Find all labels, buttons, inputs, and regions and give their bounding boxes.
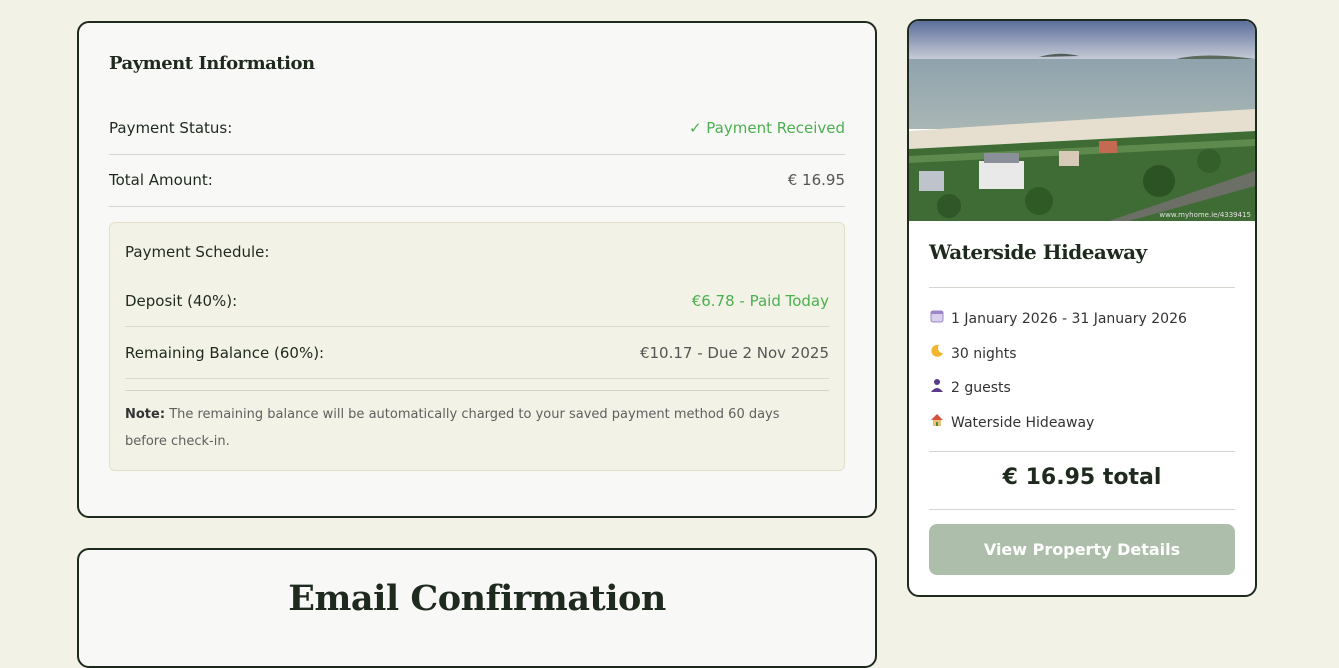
remaining-balance-label: Remaining Balance (60%):	[125, 344, 325, 362]
dates-text: 1 January 2026 - 31 January 2026	[951, 311, 1187, 327]
photo-watermark: www.myhome.ie/4339415	[1159, 211, 1251, 219]
remaining-balance-value: €10.17 - Due 2 Nov 2025	[639, 344, 829, 362]
deposit-value: €6.78 - Paid Today	[691, 292, 829, 310]
location-text: Waterside Hideaway	[951, 415, 1095, 431]
payment-status-row: Payment Status: ✓ Payment Received	[109, 103, 845, 155]
payment-schedule-title: Payment Schedule:	[125, 243, 270, 261]
total-amount-row: Total Amount: € 16.95	[109, 155, 845, 207]
total-price: € 16.95 total	[1002, 465, 1162, 490]
payment-status-value: ✓ Payment Received	[688, 119, 845, 137]
dates-info: 1 January 2026 - 31 January 2026	[929, 309, 1187, 327]
email-confirmation-card: Email Confirmation	[77, 548, 877, 668]
nights-info: 30 nights	[929, 344, 1017, 362]
payment-schedule-box: Payment Schedule: Deposit (40%): €6.78 -…	[109, 222, 845, 471]
schedule-divider	[125, 390, 829, 391]
guests-text: 2 guests	[951, 380, 1011, 396]
note-label: Note:	[125, 407, 166, 422]
summary-divider-bottom	[929, 509, 1235, 510]
booking-summary-card: www.myhome.ie/4339415 Waterside Hideaway…	[907, 19, 1257, 597]
summary-divider-middle	[929, 451, 1235, 452]
total-amount-value: € 16.95	[787, 171, 845, 189]
payment-title: Payment Information	[109, 53, 315, 74]
total-amount-label: Total Amount:	[109, 171, 213, 189]
property-photo	[909, 21, 1255, 221]
property-name: Waterside Hideaway	[929, 240, 1147, 264]
guest-icon	[929, 378, 945, 396]
deposit-row: Deposit (40%): €6.78 - Paid Today	[125, 275, 829, 327]
summary-divider-top	[929, 287, 1235, 288]
calendar-icon	[929, 309, 945, 327]
email-confirmation-title: Email Confirmation	[288, 578, 666, 619]
nights-text: 30 nights	[951, 346, 1017, 362]
payment-information-card: Payment Information Payment Status: ✓ Pa…	[77, 21, 877, 518]
note-text: The remaining balance will be automatica…	[125, 407, 780, 449]
deposit-label: Deposit (40%):	[125, 292, 238, 310]
guests-info: 2 guests	[929, 378, 1011, 396]
view-property-details-button[interactable]: View Property Details	[929, 524, 1235, 575]
payment-status-label: Payment Status:	[109, 119, 233, 137]
location-info: Waterside Hideaway	[929, 413, 1094, 431]
payment-note: Note: The remaining balance will be auto…	[125, 401, 815, 455]
house-icon	[929, 413, 945, 431]
remaining-balance-row: Remaining Balance (60%): €10.17 - Due 2 …	[125, 327, 829, 379]
moon-icon	[929, 344, 945, 362]
